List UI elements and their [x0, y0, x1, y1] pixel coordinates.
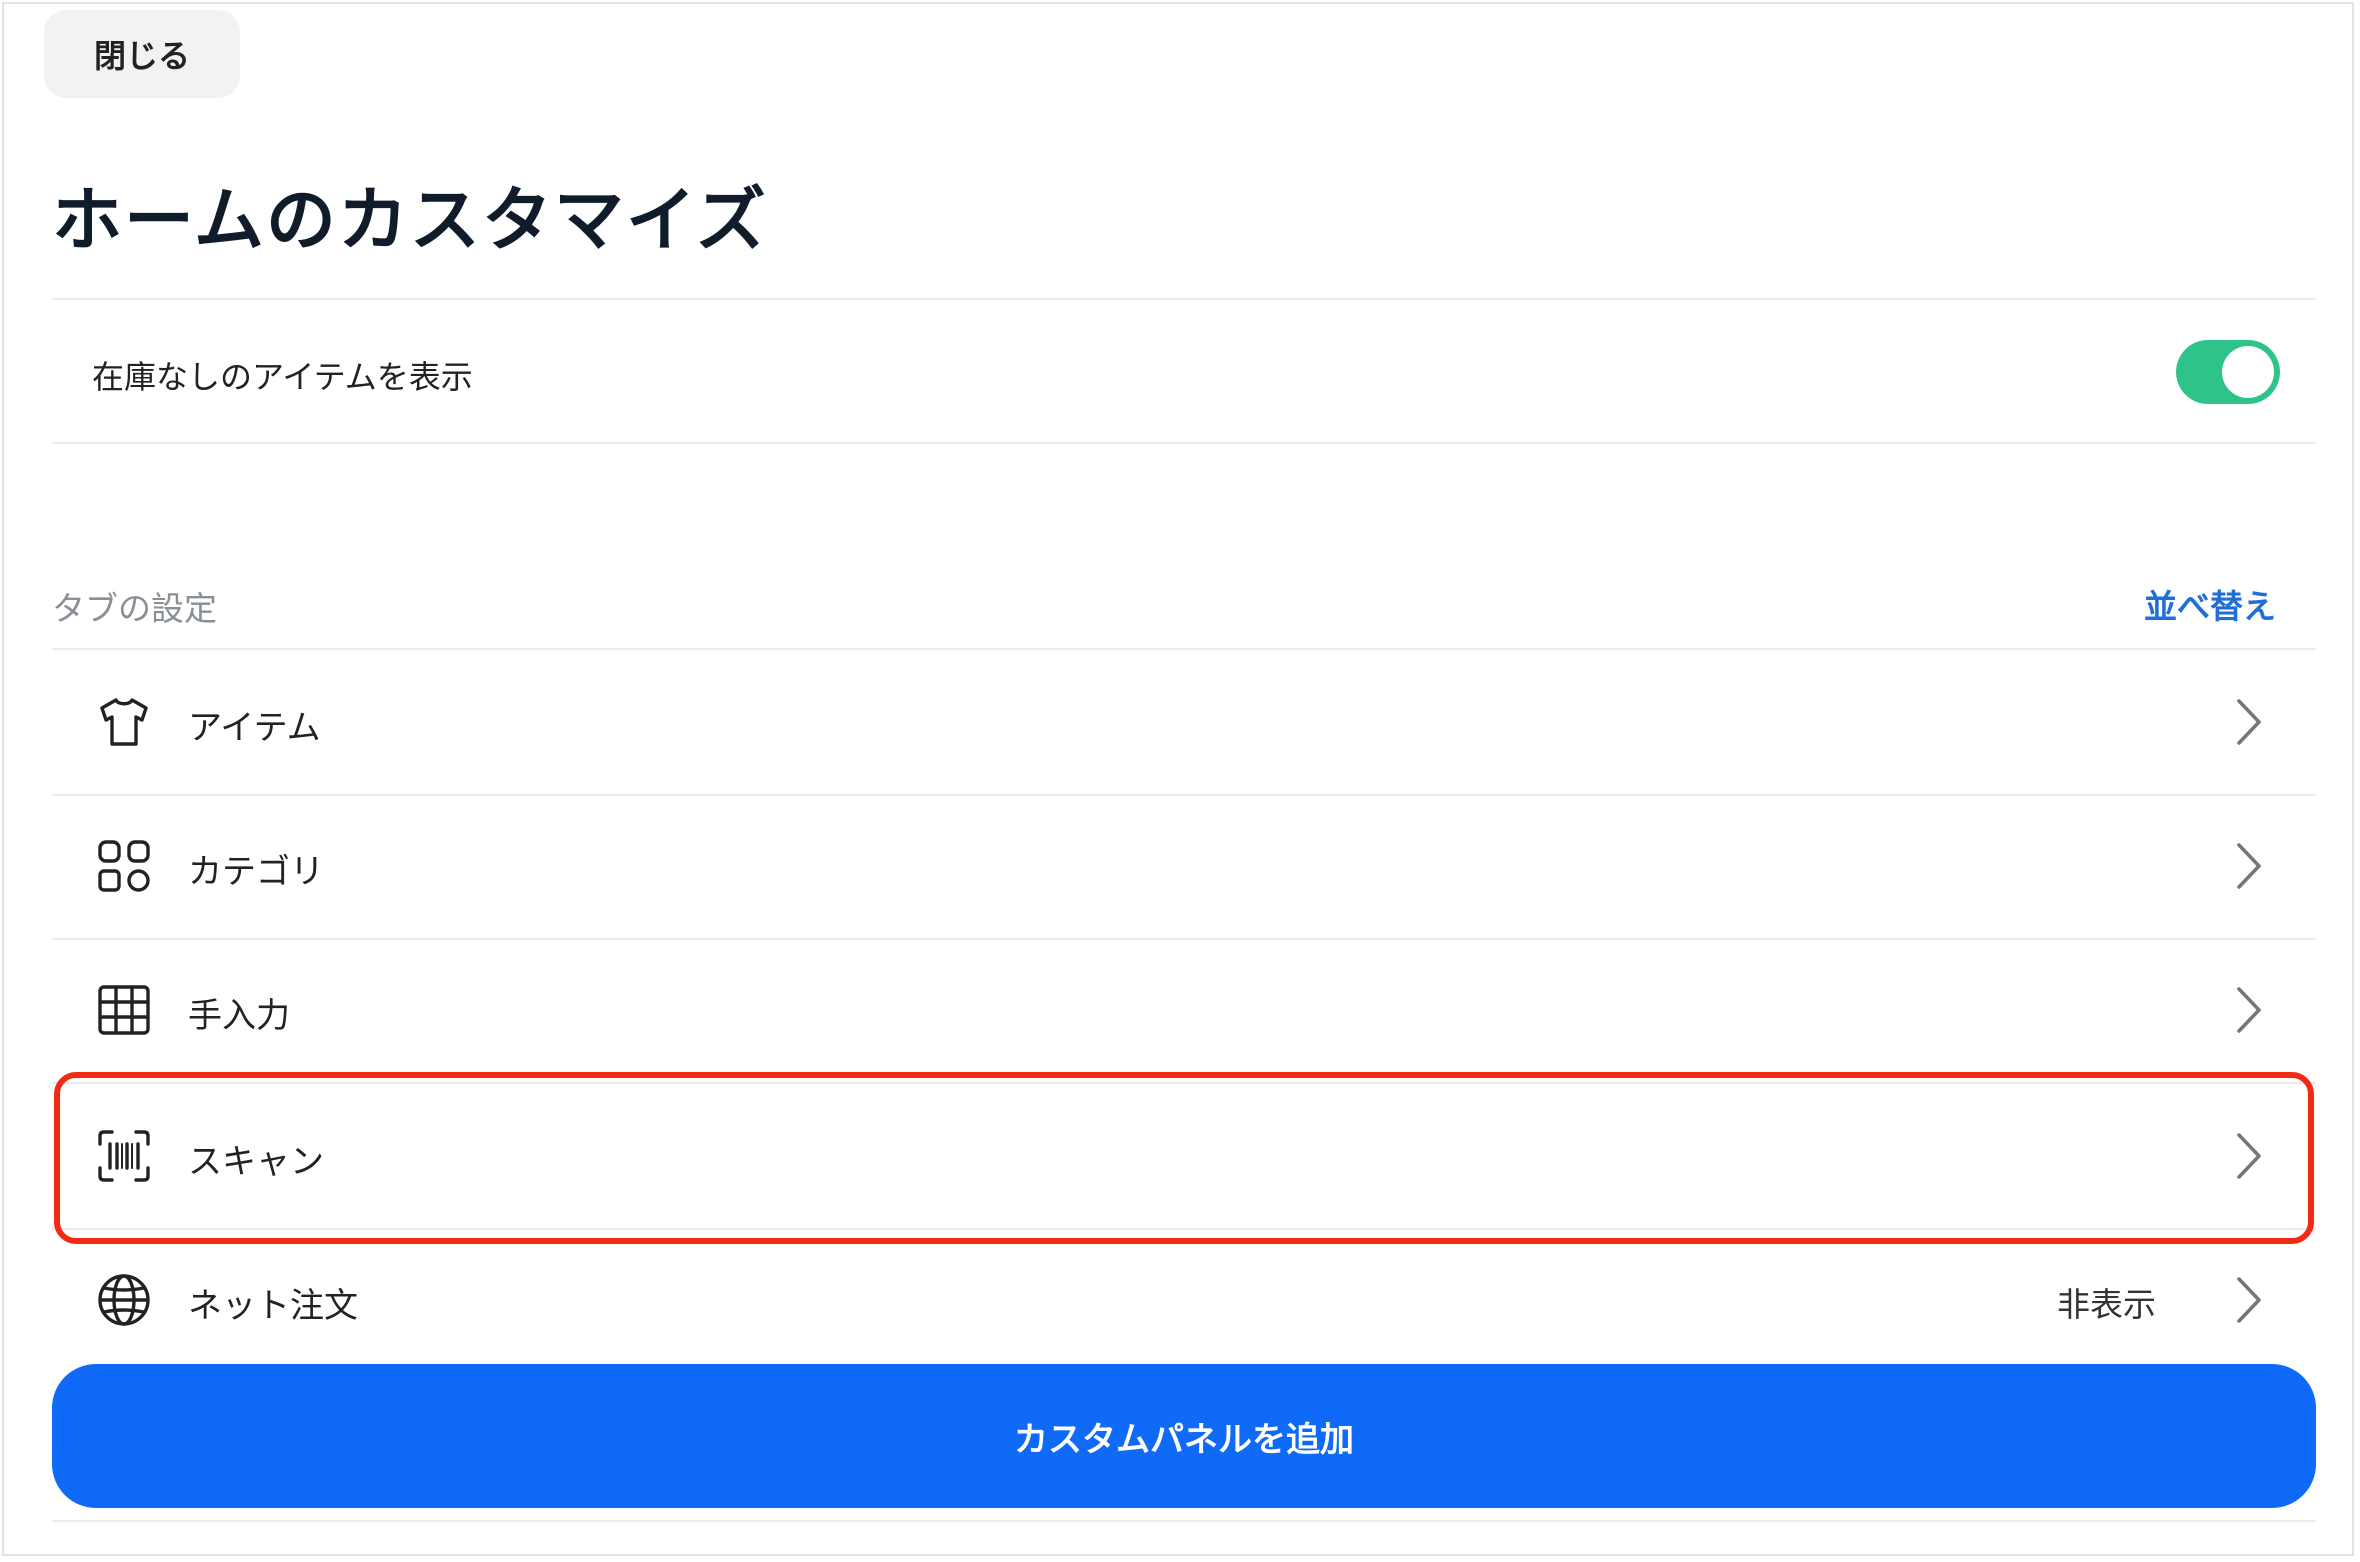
tab-settings-label: タブの設定 [52, 589, 217, 628]
add-custom-panel-button[interactable]: カスタムパネルを追加 [52, 1364, 2316, 1508]
tab-row-categories[interactable]: カテゴリ [52, 794, 2316, 938]
divider [52, 442, 2316, 444]
show-out-of-stock-toggle[interactable] [2176, 340, 2280, 404]
customize-home-panel: 閉じる ホームのカスタマイズ 在庫なしのアイテムを表示 タブの設定 並べ替え ア… [2, 2, 2354, 1556]
barcode-scan-icon [96, 1128, 152, 1184]
shirt-icon [96, 694, 152, 750]
tab-row-scan[interactable]: スキャン [52, 1084, 2316, 1228]
tab-row-manual-input[interactable]: 手入力 [52, 938, 2316, 1082]
chevron-right-icon [2234, 696, 2264, 748]
reorder-link[interactable]: 並べ替え [2144, 580, 2276, 628]
tab-row-label: アイテム [188, 708, 321, 748]
tab-row-online-orders[interactable]: ネット注文 非表示 [52, 1228, 2316, 1372]
divider [52, 1520, 2316, 1522]
close-button[interactable]: 閉じる [44, 10, 240, 98]
globe-icon [96, 1272, 152, 1328]
hidden-status: 非表示 [2057, 1285, 2156, 1324]
chevron-right-icon [2234, 984, 2264, 1036]
grid-icon [96, 838, 152, 894]
tab-row-label: カテゴリ [188, 852, 324, 892]
keypad-icon [96, 982, 152, 1038]
chevron-right-icon [2234, 840, 2264, 892]
page-title: ホームのカスタマイズ [52, 179, 768, 261]
toggle-knob [2222, 346, 2274, 398]
show-out-of-stock-label: 在庫なしのアイテムを表示 [92, 358, 473, 396]
chevron-right-icon [2234, 1130, 2264, 1182]
tab-row-items[interactable]: アイテム [52, 650, 2316, 794]
tab-row-label: スキャン [188, 1142, 324, 1182]
tab-row-label: 手入力 [188, 996, 290, 1036]
chevron-right-icon [2234, 1274, 2264, 1326]
tab-row-label: ネット注文 [188, 1286, 358, 1326]
divider [52, 298, 2316, 300]
